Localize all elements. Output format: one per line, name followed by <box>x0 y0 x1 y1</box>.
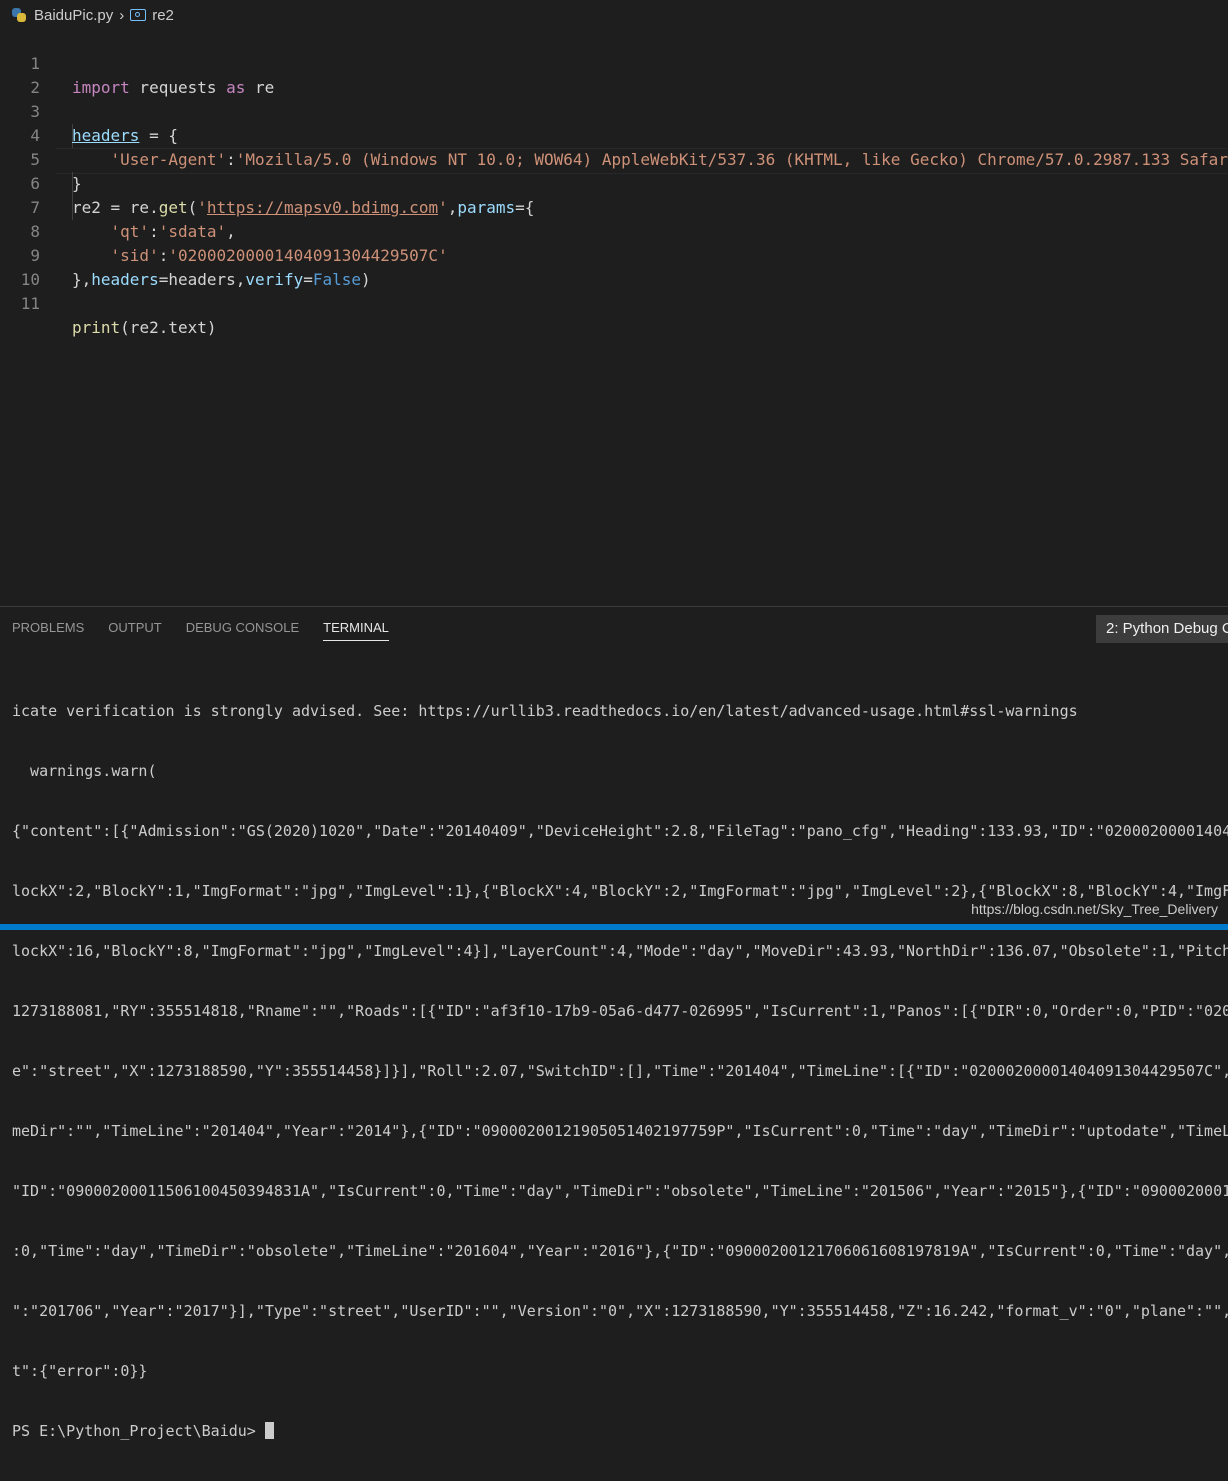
tab-debug-console[interactable]: DEBUG CONSOLE <box>186 607 299 649</box>
code-line: 2 <box>0 52 1228 97</box>
code-line: 3 headers = { <box>0 76 1228 145</box>
breadcrumb-file[interactable]: BaiduPic.py <box>34 7 113 24</box>
terminal-line: meDir":"","TimeLine":"201404","Year":"20… <box>12 1122 1228 1140</box>
terminal-line: t":{"error":0}} <box>12 1362 148 1380</box>
breadcrumb: BaiduPic.py › re2 <box>0 0 1228 30</box>
terminal-line: warnings.warn( <box>12 762 157 780</box>
bottom-panel: PROBLEMS OUTPUT DEBUG CONSOLE TERMINAL 2… <box>0 606 1228 1440</box>
chevron-right-icon: › <box>119 6 125 24</box>
breadcrumb-symbol[interactable]: re2 <box>152 7 174 24</box>
variable-icon <box>130 9 147 21</box>
terminal-line: lockX":16,"BlockY":8,"ImgFormat":"jpg","… <box>12 942 1228 960</box>
code-line: 7 'qt':'sdata', <box>0 172 1228 241</box>
terminal-line: ":"201706","Year":"2017"}],"Type":"stree… <box>12 1302 1228 1320</box>
tab-output[interactable]: OUTPUT <box>108 607 161 649</box>
tab-terminal[interactable]: TERMINAL <box>323 607 389 649</box>
terminal-line: :0,"Time":"day","TimeDir":"obsolete","Ti… <box>12 1242 1228 1260</box>
panel-tabs: PROBLEMS OUTPUT DEBUG CONSOLE TERMINAL <box>0 607 401 649</box>
terminal-line: lockX":2,"BlockY":1,"ImgFormat":"jpg","I… <box>12 882 1228 900</box>
terminal-cursor <box>264 1422 274 1439</box>
code-line: 10 <box>0 244 1228 289</box>
terminal-line: {"content":[{"Admission":"GS(2020)1020",… <box>12 822 1228 840</box>
terminal-selector[interactable]: 2: Python Debug Console <box>1096 615 1228 643</box>
terminal-line: "ID":"09000200011506100450394831A","IsCu… <box>12 1182 1228 1200</box>
code-line: 4 'User-Agent':'Mozilla/5.0 (Windows NT … <box>0 100 1228 169</box>
terminal-line: icate verification is strongly advised. … <box>12 702 1078 720</box>
code-line: 9 },headers=headers,verify=False) <box>0 220 1228 289</box>
tab-problems[interactable]: PROBLEMS <box>12 607 84 649</box>
terminal-output[interactable]: icate verification is strongly advised. … <box>12 661 1228 1481</box>
status-bar <box>0 924 1228 930</box>
code-line: 11 print(re2.text) <box>0 268 1228 337</box>
terminal-line: 1273188081,"RY":355514818,"Rname":"","Ro… <box>12 1002 1228 1020</box>
code-line: 1 import requests as re <box>0 28 1228 97</box>
terminal-line: e":"street","X":1273188590,"Y":355514458… <box>12 1062 1228 1080</box>
code-editor[interactable]: 1 import requests as re 2 3 headers = { … <box>0 28 1228 606</box>
watermark: https://blog.csdn.net/Sky_Tree_Delivery <box>971 901 1218 917</box>
line-number: 11 <box>20 294 40 313</box>
python-file-icon <box>12 8 26 22</box>
code-line: 5 } <box>0 124 1228 193</box>
code-line: 8 'sid':'02000200001404091304429507C' <box>0 196 1228 265</box>
terminal-prompt: PS E:\Python_Project\Baidu> <box>12 1422 265 1440</box>
code-line: 6 re2 = re.get('https://mapsv0.bdimg.com… <box>0 148 1228 217</box>
terminal-prompt-line[interactable]: PS E:\Python_Project\Baidu> <box>12 1421 1228 1441</box>
